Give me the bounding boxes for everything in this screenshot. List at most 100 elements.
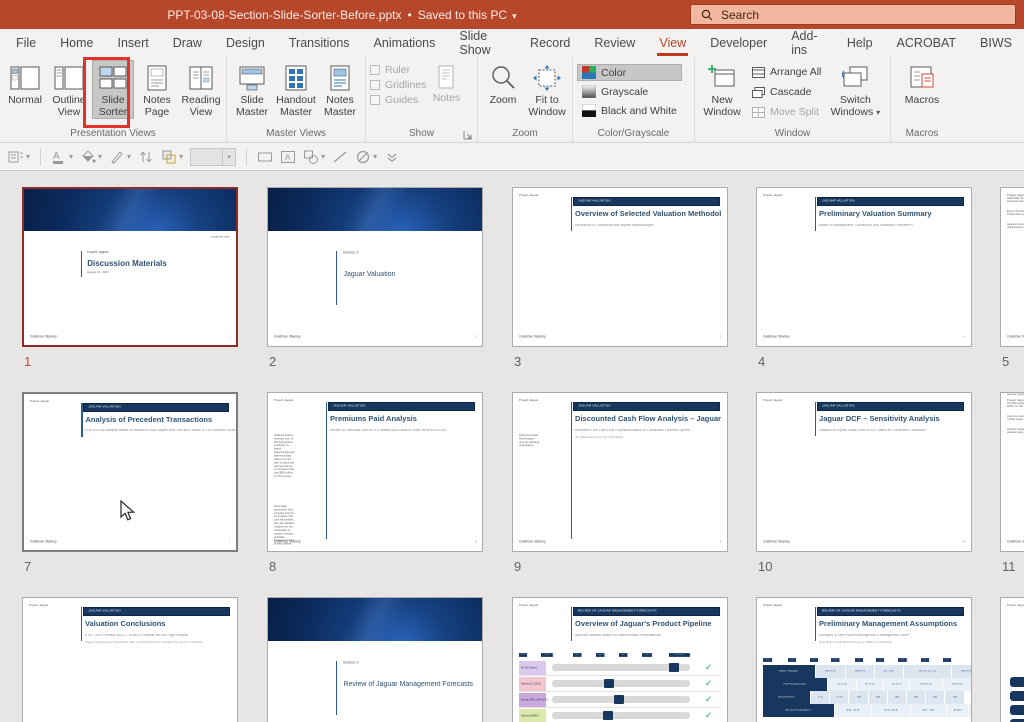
line-shape-button[interactable]: [332, 149, 348, 165]
tab-file[interactable]: File: [4, 29, 48, 57]
pill-button: Revenue: [1010, 677, 1024, 687]
handout-master-button[interactable]: Handout Master: [275, 60, 317, 119]
toolbar-separator: [246, 148, 247, 166]
shapes-button[interactable]: ▾: [303, 149, 325, 165]
tab-acrobat[interactable]: ACROBAT: [885, 29, 969, 57]
pipeline-progress-knob: [669, 663, 679, 672]
zoom-icon: [488, 64, 518, 92]
reading-view-button[interactable]: Reading View: [180, 60, 222, 119]
slide-title: Overview of Selected Valuation Methodolo…: [575, 209, 721, 218]
assumptions-column-header: Xeraid: [876, 658, 884, 662]
text-box-button[interactable]: A: [280, 149, 296, 165]
shapes-caret-icon: ▾: [321, 152, 325, 161]
included-check-icon: ✓: [696, 694, 720, 705]
notes-master-button[interactable]: Notes Master: [319, 60, 361, 119]
new-window-button[interactable]: New Window: [699, 60, 745, 119]
slide-subtitle: Summary of Key Product Assumptions in Ma…: [819, 634, 972, 637]
notes-button[interactable]: Notes: [428, 60, 464, 105]
shape-fill-button[interactable]: ▾: [80, 149, 102, 165]
tab-design[interactable]: Design: [214, 29, 277, 57]
tab-help[interactable]: Help: [835, 29, 885, 57]
slide-thumbnail[interactable]: Project JaguarREVIEW OF JAGUAR MANAGEMEN…: [756, 597, 972, 722]
slide-thumbnail[interactable]: Project JaguarJAGUAR VALUATIONValuation …: [22, 597, 238, 722]
rectangle-shape-button[interactable]: [257, 149, 273, 165]
outline-view-button[interactable]: Outline View: [48, 60, 90, 119]
slide-sorter-canvas[interactable]: Confidential DraftProject JaguarDiscussi…: [0, 171, 1024, 722]
switch-windows-button[interactable]: Switch Windows ▾: [828, 60, 882, 119]
tab-view[interactable]: View: [647, 29, 698, 57]
slide-cell: Project JaguarREVIEW OF JAGUAR MANAGEMEN…: [1000, 597, 1024, 722]
group-label-show: Show: [366, 128, 477, 142]
tab-add-ins[interactable]: Add-ins: [779, 29, 835, 57]
slide-title: Discounted Cash Flow Analysis – Jaguar: [575, 414, 721, 423]
color-button[interactable]: Color: [577, 64, 682, 81]
slide-thumbnail[interactable]: Project JaguarJAGUAR VALUATIONOverview o…: [512, 187, 728, 347]
tab-transitions[interactable]: Transitions: [277, 29, 362, 57]
slide-accent-rule: [815, 402, 817, 437]
ink-pen-button[interactable]: ▾: [109, 149, 131, 165]
slide-thumbnail[interactable]: Project JaguarJAGUAR VALUATIONDiscounted…: [512, 392, 728, 552]
move-split-button[interactable]: Move Split: [747, 104, 826, 120]
black-and-white-button[interactable]: Black and White: [577, 102, 682, 119]
slide-project-label: Project Jaguar: [1007, 604, 1024, 607]
slide-sorter-icon: [98, 64, 128, 92]
slide-project-label: Project Jaguar: [519, 604, 538, 607]
saved-status-caret-icon[interactable]: ▾: [512, 11, 517, 21]
assumptions-column-header: UF-301: [921, 658, 929, 662]
slide-footer: Goldman Stanley: [274, 541, 301, 544]
slide-accent-rule: [815, 607, 817, 642]
slide-cell: Section 2Review of Jaguar Management For…: [267, 597, 483, 722]
slide-thumbnail[interactable]: Section 3Jaguar ValuationGoldman Stanley…: [267, 187, 483, 347]
slide-thumbnail[interactable]: Confidential DraftProject JaguarDiscussi…: [22, 187, 238, 347]
style-combo-box[interactable]: ▾: [190, 148, 236, 166]
macros-button[interactable]: Macros: [901, 60, 943, 107]
zoom-button[interactable]: Zoom: [482, 60, 524, 107]
overflow-chevron-button[interactable]: [384, 149, 400, 165]
tab-insert[interactable]: Insert: [106, 29, 161, 57]
tab-developer[interactable]: Developer: [698, 29, 779, 57]
slide-footer: Goldman Stanley: [30, 335, 57, 338]
notes-page-button[interactable]: Notes Page: [136, 60, 178, 119]
slide-thumbnail[interactable]: Section 2Review of Jaguar Management For…: [267, 597, 483, 722]
pipeline-row: Saperba (1L NSCL)✓: [519, 676, 720, 692]
slide-page-number: 1: [229, 335, 231, 338]
slide-thumbnail[interactable]: Project JaguarJAGUAR VALUATIONPremiums P…: [267, 392, 483, 552]
cascade-button[interactable]: Cascade: [747, 84, 826, 100]
sort-arrows-button[interactable]: [138, 149, 154, 165]
font-color-button[interactable]: A▾: [51, 149, 73, 165]
slide-thumbnail[interactable]: Project JaguarGoldman Stanley performed …: [1000, 392, 1024, 552]
grayscale-button[interactable]: Grayscale: [577, 83, 682, 100]
tab-animations[interactable]: Animations: [362, 29, 448, 57]
slide-sorter-button[interactable]: Slide Sorter: [92, 60, 134, 119]
assumptions-column-header: Xylase: [855, 658, 863, 662]
no-outline-button[interactable]: ▾: [355, 149, 377, 165]
normal-view-button[interactable]: Normal: [4, 60, 46, 107]
slide-master-button[interactable]: Slide Master: [231, 60, 273, 119]
tab-review[interactable]: Review: [582, 29, 647, 57]
gridlines-checkbox[interactable]: Gridlines: [370, 79, 426, 91]
slide-thumbnail[interactable]: Project JaguarREVIEW OF JAGUAR MANAGEMEN…: [1000, 597, 1024, 722]
section-marker-button[interactable]: ▾: [8, 149, 30, 165]
tab-home[interactable]: Home: [48, 29, 105, 57]
assumptions-value-cell: 3% (Yr 9): [857, 678, 883, 691]
guides-checkbox[interactable]: Guides: [370, 94, 426, 106]
slide-thumbnail[interactable]: Project JaguarREVIEW OF JAGUAR MANAGEMEN…: [512, 597, 728, 722]
arrange-all-button[interactable]: Arrange All: [747, 64, 826, 80]
fit-to-window-button[interactable]: Fit to Window: [526, 60, 568, 119]
slide-cell: Project JaguarJAGUAR VALUATIONOverview o…: [512, 187, 728, 369]
arrange-objects-icon: [161, 149, 177, 165]
pipeline-column-header: Product: [519, 653, 527, 657]
tab-slide-show[interactable]: Slide Show: [447, 29, 518, 57]
slide-thumbnail[interactable]: Project JaguarJAGUAR VALUATIONPreliminar…: [756, 187, 972, 347]
slide-number: 7: [24, 559, 238, 574]
show-dialog-launcher[interactable]: [463, 127, 475, 139]
tab-record[interactable]: Record: [518, 29, 582, 57]
slide-thumbnail[interactable]: Project JaguarJAGUAR VALUATIONJaguar DCF…: [756, 392, 972, 552]
slide-thumbnail[interactable]: Project JaguarJAGUAR VALUATIONAnalysis o…: [22, 392, 238, 552]
arrange-objects-button[interactable]: ▾: [161, 149, 183, 165]
search-input[interactable]: Search: [690, 4, 1016, 25]
slide-thumbnail[interactable]: Project JaguarJaguar's current share pri…: [1000, 187, 1024, 347]
ruler-checkbox[interactable]: Ruler: [370, 64, 426, 76]
tab-draw[interactable]: Draw: [161, 29, 214, 57]
tab-biws[interactable]: BIWS: [968, 29, 1024, 57]
